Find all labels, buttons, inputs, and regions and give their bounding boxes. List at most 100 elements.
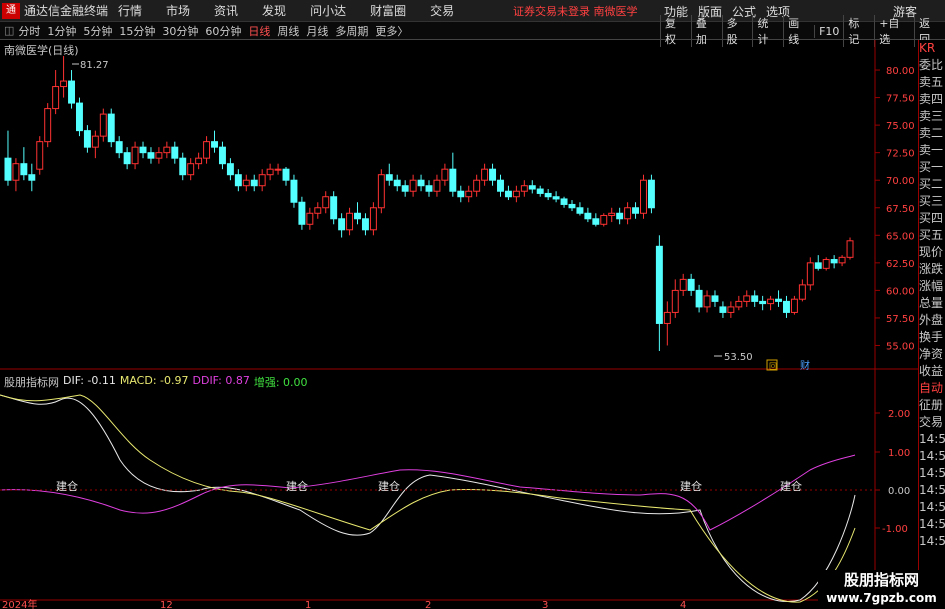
menu-trade[interactable]: 交易 <box>430 2 454 19</box>
period-monthly[interactable]: 月线 <box>306 23 328 39</box>
side-time-1: 14:55 <box>919 432 945 446</box>
toolbar-toggle-icon[interactable]: ◫ <box>4 24 14 37</box>
candles-group <box>4 56 854 351</box>
candle-body <box>36 141 44 170</box>
signal-build-4: 建仓 <box>680 479 702 493</box>
candle-body <box>163 146 171 154</box>
candle-body <box>290 179 298 203</box>
high-label: 81.27 <box>80 60 109 71</box>
period-1min[interactable]: 1分钟 <box>47 23 76 39</box>
candle-body <box>346 212 354 231</box>
candle-body <box>520 185 528 192</box>
candle-body <box>131 146 139 165</box>
side-earnings: 收益 <box>919 364 944 378</box>
candle-body <box>727 306 735 313</box>
side-bid2: 买二 <box>919 177 944 191</box>
candle-body <box>211 141 218 148</box>
side-trade[interactable]: 交易 <box>919 414 945 431</box>
candle-body <box>743 295 751 302</box>
side-pct: 涨幅 <box>919 279 944 293</box>
price-tick-label: 67.50 <box>886 204 915 215</box>
candle-body <box>234 174 242 187</box>
candle-body <box>83 130 91 148</box>
candle-body <box>663 311 671 324</box>
period-tick[interactable]: 分时 <box>18 23 40 39</box>
candle-body <box>576 207 584 214</box>
side-bid4: 买四 <box>919 211 944 225</box>
menu-news[interactable]: 资讯 <box>214 2 238 19</box>
candle-body <box>481 168 489 181</box>
candle-body <box>369 207 377 231</box>
period-multi[interactable]: 多周期 <box>335 23 368 39</box>
tool-f10[interactable]: F10 <box>814 24 843 38</box>
dif-value: DIF: -0.11 <box>63 374 116 387</box>
candle-body <box>187 163 195 176</box>
candle-body <box>242 179 250 187</box>
indicator-tick-label: -1.00 <box>882 524 908 535</box>
login-status[interactable]: 证券交易未登录 南微医学 <box>513 3 638 19</box>
macd-line <box>0 394 856 603</box>
indicator-name[interactable]: 股朋指标网 <box>4 374 59 390</box>
candle-body <box>361 218 369 231</box>
candle-body <box>687 278 695 291</box>
chart-label: 南微医学(日线) <box>4 44 79 57</box>
candle-body <box>735 300 743 308</box>
menu-market[interactable]: 市场 <box>166 2 190 19</box>
candle-body <box>28 174 36 181</box>
price-tick-label: 77.50 <box>886 94 915 105</box>
main-menu: 行情 市场 资讯 发现 问小达 财富圈 交易 <box>118 2 478 19</box>
menu-wealth[interactable]: 财富圈 <box>370 2 406 19</box>
side-time-4: 14:56 <box>919 483 945 497</box>
candle-body <box>504 190 512 198</box>
menu-discover[interactable]: 发现 <box>262 2 286 19</box>
candle-body <box>425 185 433 192</box>
side-register[interactable]: 征册 <box>919 397 945 414</box>
candle-body <box>798 284 806 300</box>
side-time-2: 14:55 <box>919 449 945 463</box>
period-weekly[interactable]: 周线 <box>277 23 299 39</box>
side-change: 涨跌 <box>919 262 944 276</box>
candle-body <box>12 163 20 181</box>
candle-body <box>282 168 290 181</box>
period-more[interactable]: 更多〉 <box>375 23 408 39</box>
chart-tools: 复权 叠加 多股 统计 画线 F10 标记 +自选 返回 <box>660 15 945 47</box>
candle-body <box>393 179 401 187</box>
candle-body <box>497 179 504 192</box>
candle-body <box>465 190 473 198</box>
period-5min[interactable]: 5分钟 <box>83 23 112 39</box>
candle-body <box>4 157 12 181</box>
candle-body <box>314 207 322 214</box>
app-window: 通 通达信金融终端 行情 市场 资讯 发现 问小达 财富圈 交易 证券交易未登录… <box>0 0 945 609</box>
price-tick-label: 72.50 <box>886 149 915 160</box>
candle-body <box>441 168 449 181</box>
period-toolbar: ◫ 分时 1分钟 5分钟 15分钟 30分钟 60分钟 日线 周线 月线 多周期… <box>0 15 945 47</box>
period-30min[interactable]: 30分钟 <box>162 23 198 39</box>
menu-ask[interactable]: 问小达 <box>310 2 346 19</box>
candle-body <box>783 300 790 313</box>
date-label-mar: 3 <box>542 600 548 609</box>
candle-body <box>401 185 409 192</box>
side-auto[interactable]: 自动 <box>919 380 945 397</box>
candle-body <box>830 259 838 264</box>
app-name: 通达信金融终端 <box>24 4 109 18</box>
side-volume: 总量 <box>919 296 944 310</box>
candle-body <box>711 295 719 302</box>
period-daily[interactable]: 日线 <box>248 23 270 39</box>
candle-body <box>536 188 544 194</box>
menu-quotes[interactable]: 行情 <box>118 2 142 19</box>
price-tick-label: 70.00 <box>886 176 915 187</box>
indicator-axis: 2.00 1.00 0.00 -1.00 <box>875 409 910 535</box>
stock-title: 南微医学 <box>593 5 638 18</box>
candle-body <box>377 174 385 209</box>
side-time-3: 14:56 <box>919 466 945 480</box>
chart-area[interactable]: 80.00 77.50 75.00 72.50 70.00 67.50 65.00 62.50… <box>0 40 918 609</box>
side-ask2: 卖二 <box>919 126 944 140</box>
candle-body <box>671 289 679 313</box>
period-60min[interactable]: 60分钟 <box>205 23 241 39</box>
date-label-dec: 12 <box>160 600 173 609</box>
period-15min[interactable]: 15分钟 <box>119 23 155 39</box>
candle-body <box>679 278 687 291</box>
watermark: 股朋指标网 www.7gpzb.com <box>818 570 945 609</box>
date-label-2024: 2024年 <box>2 598 37 609</box>
indicator-title: 股朋指标网 DIF: -0.11 MACD: -0.97 DDIF: 0.87 … <box>4 374 312 390</box>
